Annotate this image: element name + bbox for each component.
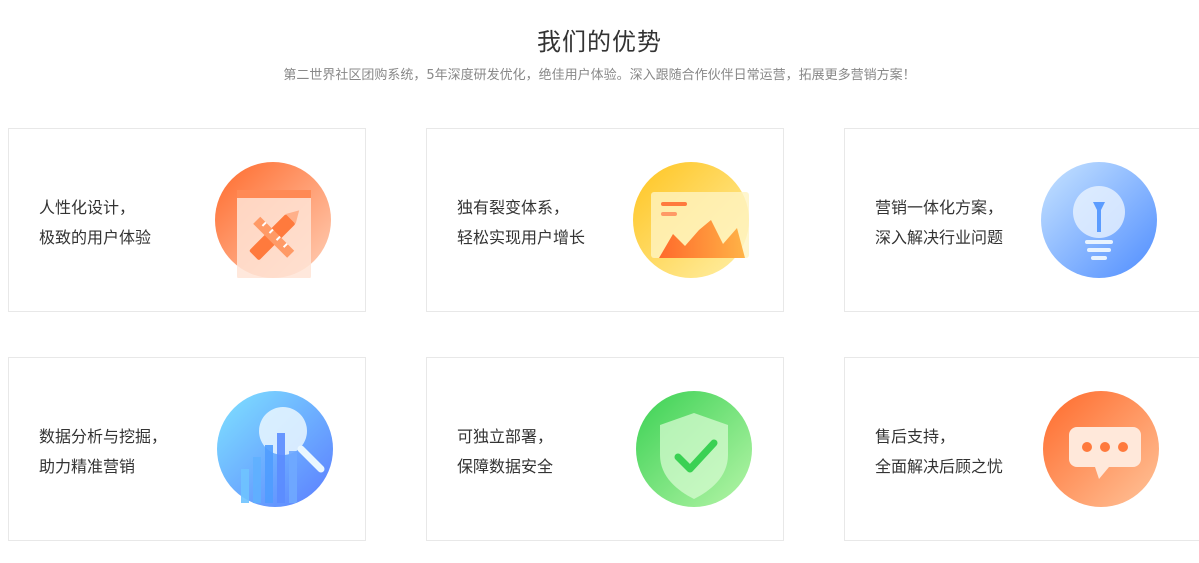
feature-card-line1: 人性化设计，	[39, 198, 136, 217]
feature-card-line2: 轻松实现用户增长	[457, 228, 586, 247]
feature-card-line2: 全面解决后顾之忧	[875, 457, 1004, 476]
feature-card-security: 可独立部署， 保障数据安全	[426, 357, 784, 541]
section-title: 我们的优势	[537, 28, 662, 56]
feature-card-line2: 极致的用户体验	[39, 228, 152, 247]
feature-card-data: 数据分析与挖掘， 助力精准营销	[8, 357, 366, 541]
feature-card-line2: 助力精准营销	[39, 457, 136, 476]
feature-card-line2: 保障数据安全	[457, 457, 554, 476]
feature-card-text: 营销一体化方案， 深入解决行业问题	[875, 193, 1003, 253]
feature-card-line1: 可独立部署，	[457, 427, 554, 446]
feature-card-text: 可独立部署， 保障数据安全	[457, 422, 553, 482]
feature-card-growth: 独有裂变体系， 轻松实现用户增长	[426, 128, 784, 312]
chat-bubble-icon	[1043, 391, 1159, 507]
design-pencil-ruler-icon	[215, 162, 331, 278]
feature-card-text: 售后支持， 全面解决后顾之忧	[875, 422, 1003, 482]
section-subtitle: 第二世界社区团购系统，5年深度研发优化，绝佳用户体验。深入跟随合作伙伴日常运营，…	[283, 68, 916, 83]
feature-card-text: 人性化设计， 极致的用户体验	[39, 193, 151, 253]
security-shield-icon	[636, 391, 752, 507]
growth-chart-icon	[633, 162, 749, 278]
feature-card-design: 人性化设计， 极致的用户体验	[8, 128, 366, 312]
lightbulb-icon	[1041, 162, 1157, 278]
feature-card-line1: 独有裂变体系，	[457, 198, 570, 217]
data-magnifier-icon	[217, 391, 333, 507]
feature-card-text: 数据分析与挖掘， 助力精准营销	[39, 422, 167, 482]
feature-card-line2: 深入解决行业问题	[875, 228, 1004, 247]
feature-card-marketing: 营销一体化方案， 深入解决行业问题	[844, 128, 1199, 312]
feature-card-text: 独有裂变体系， 轻松实现用户增长	[457, 193, 585, 253]
feature-card-line1: 数据分析与挖掘，	[39, 427, 168, 446]
feature-card-support: 售后支持， 全面解决后顾之忧	[844, 357, 1199, 541]
feature-card-line1: 售后支持，	[875, 427, 956, 446]
feature-card-line1: 营销一体化方案，	[875, 198, 1004, 217]
